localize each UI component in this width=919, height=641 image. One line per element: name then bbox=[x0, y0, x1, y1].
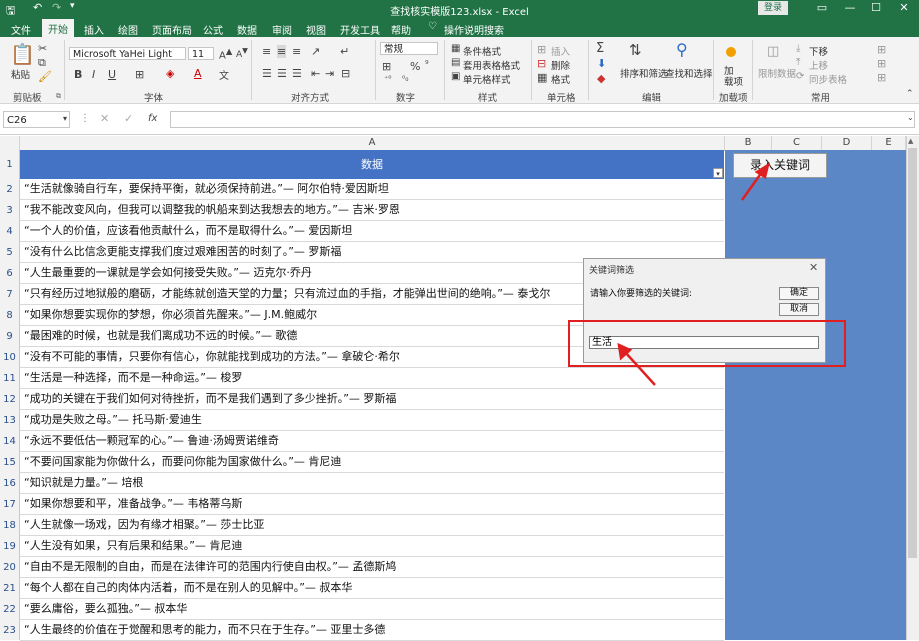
annotation-arrow bbox=[624, 351, 656, 386]
annotation-arrows bbox=[617, 162, 770, 386]
annotation-arrow bbox=[740, 171, 764, 201]
